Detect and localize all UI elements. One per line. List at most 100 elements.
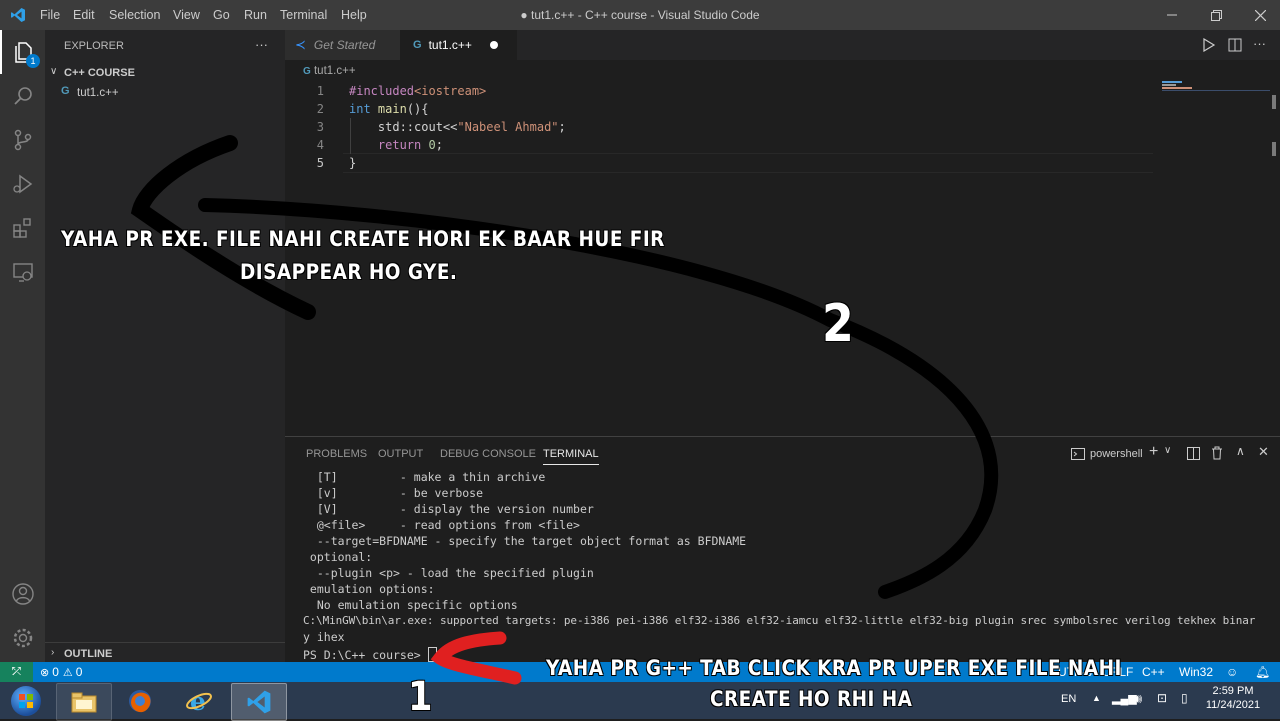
chevron-down-icon[interactable]: ∨ — [1164, 445, 1171, 456]
terminal-cursor — [427, 647, 437, 663]
battery-icon[interactable]: ▯ — [1181, 691, 1188, 705]
restore-icon — [1210, 9, 1222, 21]
run-debug-button[interactable] — [0, 162, 45, 206]
tab-problems[interactable]: PROBLEMS — [306, 448, 367, 460]
terminal-line: [v] - be verbose — [303, 486, 484, 500]
split-terminal-button[interactable] — [1187, 447, 1200, 465]
tab-get-started[interactable]: ≺ Get Started — [285, 30, 400, 60]
bottom-panel: PROBLEMS OUTPUT DEBUG CONSOLE TERMINAL p… — [285, 436, 1280, 663]
close-window-button[interactable] — [1240, 0, 1280, 30]
tab-tut1[interactable]: G tut1.c++ — [400, 30, 517, 60]
explorer-badge: 1 — [26, 54, 40, 68]
taskbar-internet-explorer[interactable]: e — [172, 683, 226, 719]
menu-run[interactable]: Run — [244, 8, 267, 22]
chevron-down-icon: ∨ — [50, 66, 58, 77]
tab-terminal[interactable]: TERMINAL — [543, 448, 599, 465]
taskbar-file-explorer[interactable] — [56, 683, 112, 721]
internet-explorer-icon: e — [186, 687, 212, 715]
terminal-shell-selector[interactable]: powershell — [1071, 445, 1143, 463]
close-icon — [1254, 9, 1266, 21]
network-icon[interactable]: ⊡ — [1157, 691, 1167, 705]
taskbar-firefox[interactable] — [113, 683, 167, 719]
annotation-top-line1: YAHA PR EXE. FILE NAHI CREATE HORI EK BA… — [61, 227, 665, 251]
line-number: 3 — [316, 120, 324, 134]
error-count: 0 — [52, 665, 59, 679]
run-code-button[interactable] — [1202, 37, 1216, 57]
search-button[interactable] — [0, 74, 45, 118]
warning-icon: ⚠ — [62, 666, 73, 679]
warning-count: 0 — [75, 665, 83, 679]
line-number: 4 — [316, 138, 324, 152]
editor-scrollbar[interactable] — [1272, 95, 1276, 109]
outline-section[interactable]: › OUTLINE — [45, 642, 285, 663]
terminal-output[interactable]: [T] - make a thin archive [v] - be verbo… — [303, 470, 1273, 663]
play-icon — [1203, 37, 1216, 53]
menu-help[interactable]: Help — [341, 8, 367, 22]
problems-indicator[interactable]: ⊗ 0 ⚠ 0 — [40, 665, 82, 679]
signal-icon[interactable]: ▂▄▆ — [1112, 692, 1137, 705]
notifications-bell-icon[interactable]: 🔔︎ — [1255, 665, 1270, 679]
kill-terminal-button[interactable] — [1211, 446, 1223, 465]
editor-more-button[interactable]: ··· — [1253, 36, 1266, 51]
terminal-line: No emulation specific options — [303, 598, 518, 612]
extensions-button[interactable] — [0, 206, 45, 250]
tab-debug-console[interactable]: DEBUG CONSOLE — [440, 448, 536, 460]
restore-button[interactable] — [1196, 0, 1236, 30]
folder-header[interactable]: ∨ C++ COURSE — [45, 63, 285, 83]
remote-indicator[interactable]: ⤱ — [0, 662, 33, 682]
run-debug-icon — [12, 174, 32, 194]
taskbar-vscode[interactable] — [231, 683, 287, 721]
menu-edit[interactable]: Edit — [73, 8, 95, 22]
activity-bar: 1 — [0, 30, 45, 662]
clock[interactable]: 2:59 PM 11/24/2021 — [1198, 685, 1268, 711]
annotation-number-2: 2 — [822, 294, 855, 354]
current-line-highlight — [343, 153, 1153, 173]
line-number: 5 — [316, 156, 324, 170]
sidebar-more-button[interactable]: ··· — [255, 37, 268, 52]
explorer-button[interactable]: 1 — [0, 30, 45, 74]
menu-view[interactable]: View — [173, 8, 200, 22]
minimap-slider[interactable] — [1162, 90, 1270, 91]
feedback-icon[interactable]: ☺ — [1226, 665, 1238, 679]
menu-selection[interactable]: Selection — [109, 8, 160, 22]
terminal-line: @<file> - read options from <file> — [303, 518, 580, 532]
menu-go[interactable]: Go — [213, 8, 230, 22]
source-control-button[interactable] — [0, 118, 45, 162]
close-panel-button[interactable]: ✕ — [1258, 444, 1269, 460]
remote-explorer-button[interactable] — [0, 250, 45, 294]
maximize-panel-button[interactable]: ∧ — [1236, 444, 1245, 458]
menu-file[interactable]: File — [40, 8, 60, 22]
annotation-bottom-line2: CREATE HO RHI HA — [710, 687, 913, 711]
language-indicator[interactable]: EN — [1061, 693, 1076, 705]
volume-icon[interactable]: 🔊︎ — [1134, 691, 1142, 707]
tab-label: tut1.c++ — [428, 38, 472, 52]
accounts-button[interactable] — [0, 572, 45, 616]
split-terminal-icon — [1187, 447, 1200, 460]
sidebar-title: EXPLORER — [64, 40, 124, 52]
breadcrumb[interactable]: G tut1.c++ — [303, 65, 356, 77]
minimap[interactable] — [1162, 81, 1270, 89]
platform-indicator[interactable]: Win32 — [1179, 665, 1213, 679]
chevron-right-icon: › — [51, 647, 55, 658]
start-button[interactable] — [2, 683, 50, 719]
show-hidden-icons-button[interactable]: ▲ — [1092, 693, 1101, 703]
language-indicator[interactable]: C++ — [1142, 665, 1165, 679]
new-terminal-button[interactable]: + — [1149, 443, 1158, 461]
minimize-button[interactable] — [1152, 0, 1192, 30]
split-editor-button[interactable] — [1228, 38, 1242, 57]
unsaved-dot-icon[interactable] — [489, 41, 498, 49]
file-item-tut1[interactable]: G tut1.c++ — [45, 83, 285, 103]
annotation-number-1: 1 — [408, 674, 433, 720]
windows-logo-icon — [11, 686, 41, 716]
terminal-line: y ihex — [303, 630, 345, 644]
breadcrumb-file: tut1.c++ — [313, 65, 356, 77]
terminal-prompt: PS D:\C++ course> — [303, 648, 428, 662]
vscode-tab-icon: ≺ — [295, 37, 306, 52]
menu-terminal[interactable]: Terminal — [280, 8, 327, 22]
vscode-logo-icon — [10, 7, 26, 23]
editor-tab-bar: ≺ Get Started G tut1.c++ ··· — [285, 30, 1280, 60]
manage-button[interactable] — [0, 616, 45, 660]
remote-icon: ⤱ — [12, 665, 21, 678]
tab-output[interactable]: OUTPUT — [378, 448, 423, 460]
accounts-icon — [11, 583, 34, 605]
